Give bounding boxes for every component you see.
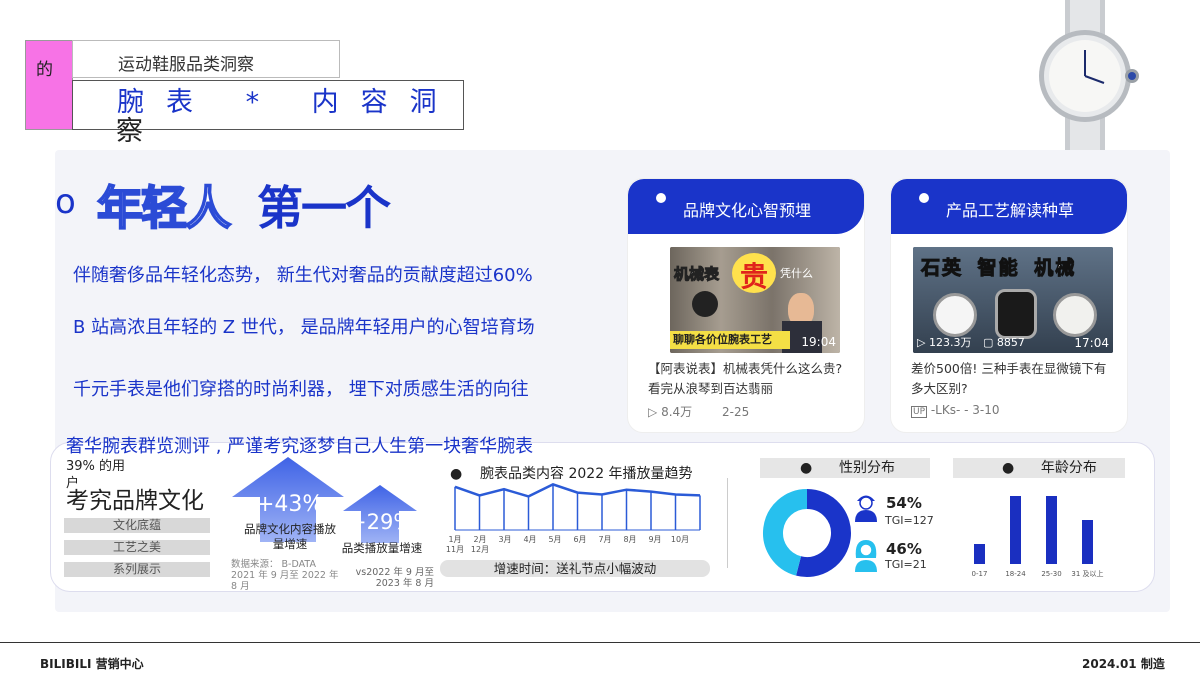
thumb-tag: 聊聊各价位腕表工艺 xyxy=(670,331,790,349)
thumb-word-mech: 机械 xyxy=(1034,257,1077,280)
video-thumbnail[interactable]: 石英 智能 机械 ▷ 123.3万 ▢ 8857 17:04 xyxy=(913,247,1113,353)
age-bar xyxy=(1082,520,1093,564)
male-avatar-icon xyxy=(855,495,877,522)
view-count: 8.4万 xyxy=(661,405,693,419)
bullet-dot-icon xyxy=(919,193,929,203)
trend-tick-label: 4月 xyxy=(523,535,536,544)
trend-tick-label: 12月 xyxy=(471,545,489,554)
donut-slice-1 xyxy=(763,489,808,576)
trend-tick-label: 6月 xyxy=(573,535,586,544)
paragraph-3: 千元手表是他们穿搭的时尚利器， 埋下对质感生活的向往 xyxy=(73,379,529,400)
pink-tag-text: 的 xyxy=(36,60,53,80)
view-count: 123.3万 xyxy=(928,336,972,349)
growth2-value: +29% xyxy=(349,510,414,534)
video-meta: UP -LKs- - 3-10 xyxy=(911,403,1000,418)
play-count-icon: ▷ xyxy=(648,405,658,419)
trend-tick-label: 3月 xyxy=(498,535,511,544)
trend-tick-label: 5月 xyxy=(548,535,561,544)
card-header: 品牌文化心智预埋 xyxy=(628,179,864,234)
age-bar-chart: 0-17 18-24 25-30 31 及以上 xyxy=(972,496,1104,578)
headline-solid-text: 第一个 xyxy=(257,181,391,235)
pink-tag: 的 xyxy=(25,40,73,130)
page-title-wrap: 察 xyxy=(116,116,143,147)
tag-craft: 工艺之美 xyxy=(64,540,210,555)
card-header-label: 品牌文化心智预埋 xyxy=(683,201,812,220)
age-tick-label: 31 及以上 xyxy=(1071,569,1103,578)
age-tick-label: 0-17 xyxy=(972,570,988,578)
thumb-title-b: 贵 xyxy=(740,260,769,293)
video-description[interactable]: 差价500倍! 三种手表在显微镜下有多大区别? xyxy=(911,359,1116,399)
video-duration: 17:04 xyxy=(1074,336,1109,350)
growth1-label: 品牌文化内容播放量增速 xyxy=(244,522,336,551)
thumb-word-quartz: 石英 xyxy=(920,257,964,280)
donut-slice-0 xyxy=(796,489,851,577)
subtitle: 运动鞋服品类洞察 xyxy=(118,55,254,75)
age-bar xyxy=(974,544,985,564)
tag-culture: 文化底蕴 xyxy=(64,518,210,533)
play-count-icon: ▷ xyxy=(917,336,926,349)
uploader-name: -LKs- xyxy=(930,403,961,417)
growth1-value: +43% xyxy=(256,492,324,517)
thumb-title-a: 机械表 xyxy=(673,265,720,284)
age-chart-title: ● 年龄分布 xyxy=(953,458,1125,478)
page-title: 腕表 * 内容洞 xyxy=(117,87,459,118)
divider xyxy=(727,478,728,568)
bullet-dot-icon xyxy=(656,193,666,203)
footer-divider xyxy=(0,642,1200,643)
paragraph-1: 伴随奢侈品年轻化态势， 新生代对奢品的贡献度超过60% xyxy=(73,265,533,286)
gender-chart-title-text: 性别分布 xyxy=(838,460,895,476)
paragraph-2: B 站高浓且年轻的 Z 世代， 是品牌年轻用户的心智培育场 xyxy=(73,317,535,338)
comment-count: 8857 xyxy=(996,336,1025,349)
luxury-review-line: 奢华腕表群览测评 , 严谨考究逐梦自己人生第一块奢华腕表 xyxy=(66,436,534,457)
video-description[interactable]: 【阿表说表】机械表凭什么这么贵?看完从浪琴到百达翡丽 xyxy=(648,359,853,399)
age-tick-label: 25-30 xyxy=(1041,570,1061,578)
trend-tick-label: 10月 xyxy=(671,535,689,544)
age-bar xyxy=(1046,496,1057,564)
brand-culture-heading: 考究品牌文化 xyxy=(66,488,204,514)
female-percent: 46% xyxy=(886,540,922,558)
growth2-label: 品类播放量增速 xyxy=(341,541,423,555)
trend-tick-label: 1月 xyxy=(448,535,461,544)
trend-tick-label: 8月 xyxy=(623,535,636,544)
video-card-brand[interactable]: 品牌文化心智预埋 机械表 贵 凭什么 聊聊各价位腕表工艺 19:04 【阿表说表… xyxy=(627,178,865,433)
subtitle-box: 运动鞋服品类洞察 xyxy=(72,40,340,78)
female-avatar-icon xyxy=(855,540,877,572)
footer-date: 2024.01 制造 xyxy=(1082,657,1165,671)
footer-brand: BILIBILI 营销中心 xyxy=(40,657,144,671)
watch-image xyxy=(1039,0,1139,150)
age-chart-title-text: 年龄分布 xyxy=(1040,460,1097,476)
gender-donut-chart xyxy=(763,489,851,577)
trend-note: 增速时间：送礼节点小幅波动 xyxy=(440,560,710,577)
headline-outline-text: 年轻人 xyxy=(96,180,232,236)
headline-bullet: o xyxy=(55,182,76,222)
age-tick-label: 18-24 xyxy=(1005,570,1026,578)
male-tgi: TGI=127 xyxy=(885,514,934,527)
trend-tick-label: 9月 xyxy=(648,535,661,544)
card-header-label: 产品工艺解读种草 xyxy=(946,201,1075,220)
video-stats: ▷ 123.3万 ▢ 8857 xyxy=(917,334,1025,350)
female-tgi: TGI=21 xyxy=(885,558,927,571)
video-card-craft[interactable]: 产品工艺解读种草 石英 智能 机械 ▷ 123.3万 ▢ 8857 17:04 … xyxy=(890,178,1128,433)
trend-tick-label: 2月 xyxy=(473,535,486,544)
male-percent: 54% xyxy=(886,494,922,512)
video-duration: 19:04 xyxy=(801,335,836,349)
post-date: 3-10 xyxy=(972,403,1000,417)
comment-icon: ▢ xyxy=(982,336,994,349)
card-header: 产品工艺解读种草 xyxy=(891,179,1127,234)
trend-line-chart: 1月11月 2月12月 3月 4月 5月 6月 7月 8月 9月 10月 xyxy=(446,483,701,554)
video-meta: ▷ 8.4万 2-25 xyxy=(648,403,749,420)
data-source-note: 数据来源： B-DATA 2021 年 9 月至 2022 年 8 月 xyxy=(231,559,339,592)
trend-tick-label: 7月 xyxy=(598,535,611,544)
age-bar xyxy=(1010,496,1021,564)
post-date: 2-25 xyxy=(721,405,750,419)
video-thumbnail[interactable]: 机械表 贵 凭什么 聊聊各价位腕表工艺 19:04 xyxy=(670,247,840,353)
thumb-title-c: 凭什么 xyxy=(780,267,813,280)
thumb-word-smart: 智能 xyxy=(977,257,1020,280)
gender-chart-title: ● 性别分布 xyxy=(760,458,930,478)
comparison-note: vs2022 年 9 月至 2023 年 8 月 xyxy=(355,567,434,589)
uploader-icon: UP xyxy=(911,406,928,418)
trend-tick-label: 11月 xyxy=(446,545,464,554)
tag-series: 系列展示 xyxy=(64,562,210,577)
